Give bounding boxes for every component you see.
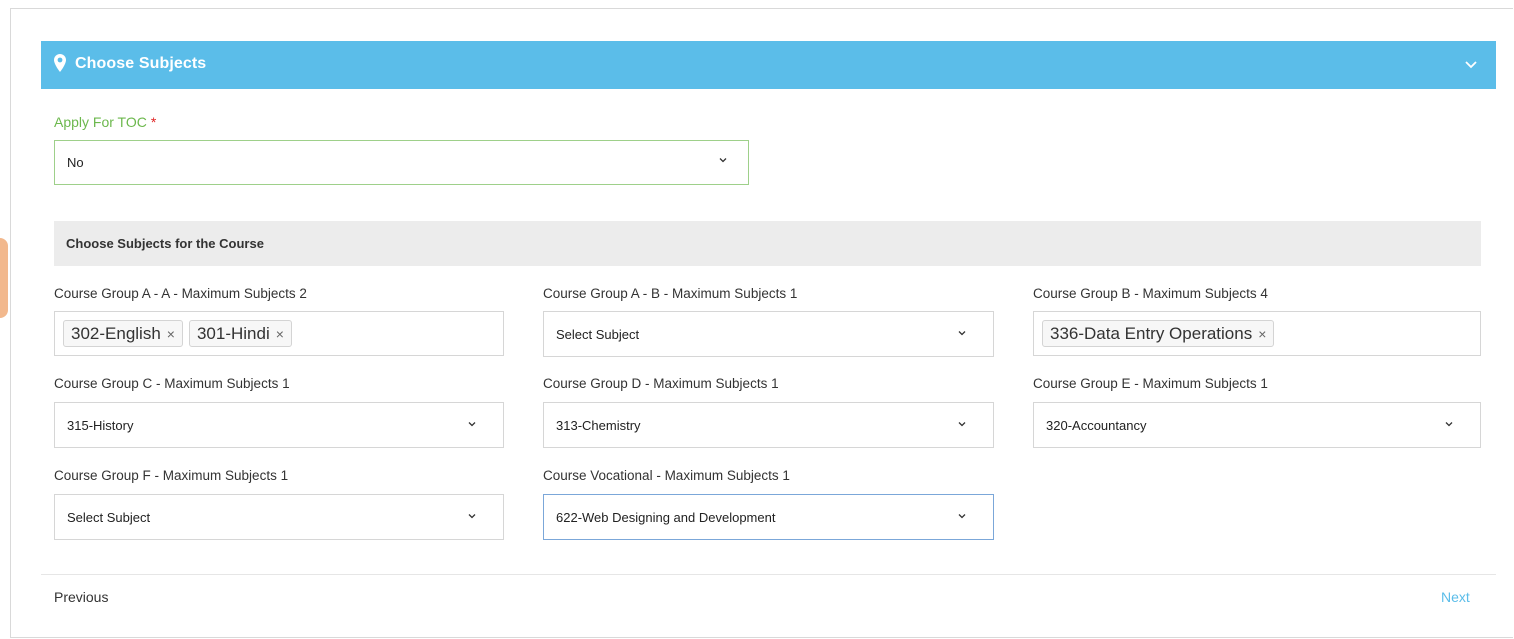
group-c-select[interactable]: 315-History — [54, 402, 504, 448]
subject-tag-english: 302-English × — [63, 320, 183, 347]
group-b-label: Course Group B - Maximum Subjects 4 — [1033, 286, 1268, 301]
section-header[interactable]: Choose Subjects — [41, 41, 1496, 89]
subjects-section-title: Choose Subjects for the Course — [66, 236, 264, 251]
chevron-down-icon — [719, 157, 727, 162]
chevron-down-icon — [958, 514, 966, 519]
tag-label: 336-Data Entry Operations — [1050, 323, 1253, 343]
footer-divider — [41, 574, 1496, 575]
subject-tag-data-entry: 336-Data Entry Operations × — [1042, 320, 1275, 347]
side-accent-tab — [0, 238, 8, 318]
tag-label: 301-Hindi — [196, 323, 270, 343]
vocational-value: 622-Web Designing and Development — [556, 509, 776, 525]
group-a-a-multiselect[interactable]: 302-English × 301-Hindi × — [54, 311, 504, 356]
subject-tag-hindi: 301-Hindi × — [188, 320, 292, 347]
group-d-label: Course Group D - Maximum Subjects 1 — [543, 376, 779, 391]
map-pin-icon — [54, 54, 66, 72]
remove-tag-icon[interactable]: × — [167, 326, 175, 342]
chevron-down-icon[interactable] — [1464, 57, 1478, 71]
remove-tag-icon[interactable]: × — [1258, 326, 1266, 342]
group-b-multiselect[interactable]: 336-Data Entry Operations × — [1033, 311, 1481, 356]
group-e-value: 320-Accountancy — [1046, 417, 1147, 433]
subjects-section-bar: Choose Subjects for the Course — [54, 221, 1481, 266]
group-e-label: Course Group E - Maximum Subjects 1 — [1033, 376, 1268, 391]
vocational-label: Course Vocational - Maximum Subjects 1 — [543, 468, 790, 483]
group-a-b-label: Course Group A - B - Maximum Subjects 1 — [543, 286, 798, 301]
group-e-select[interactable]: 320-Accountancy — [1033, 402, 1481, 448]
group-f-label: Course Group F - Maximum Subjects 1 — [54, 468, 289, 483]
chevron-down-icon — [958, 331, 966, 336]
group-d-select[interactable]: 313-Chemistry — [543, 402, 994, 448]
group-a-a-label: Course Group A - A - Maximum Subjects 2 — [54, 286, 307, 301]
group-d-value: 313-Chemistry — [556, 417, 641, 433]
section-title: Choose Subjects — [75, 55, 207, 72]
chevron-down-icon — [1445, 422, 1453, 427]
group-c-label: Course Group C - Maximum Subjects 1 — [54, 376, 290, 391]
next-button[interactable]: Next — [1441, 589, 1470, 605]
group-c-value: 315-History — [67, 417, 134, 433]
toc-select[interactable]: No — [54, 140, 749, 185]
toc-label-text: Apply For TOC — [54, 114, 147, 130]
toc-select-value: No — [67, 155, 84, 170]
remove-tag-icon[interactable]: × — [276, 326, 284, 342]
required-mark: * — [150, 114, 157, 130]
group-f-select[interactable]: Select Subject — [54, 494, 504, 540]
tag-label: 302-English — [71, 323, 161, 343]
group-a-b-select[interactable]: Select Subject — [543, 311, 994, 357]
chevron-down-icon — [468, 514, 476, 519]
toc-label: Apply For TOC * — [54, 114, 156, 130]
chevron-down-icon — [468, 422, 476, 427]
group-f-value: Select Subject — [67, 509, 151, 525]
chevron-down-icon — [958, 422, 966, 427]
vocational-select[interactable]: 622-Web Designing and Development — [543, 494, 994, 540]
previous-button[interactable]: Previous — [54, 589, 108, 605]
group-a-b-value: Select Subject — [556, 326, 640, 342]
